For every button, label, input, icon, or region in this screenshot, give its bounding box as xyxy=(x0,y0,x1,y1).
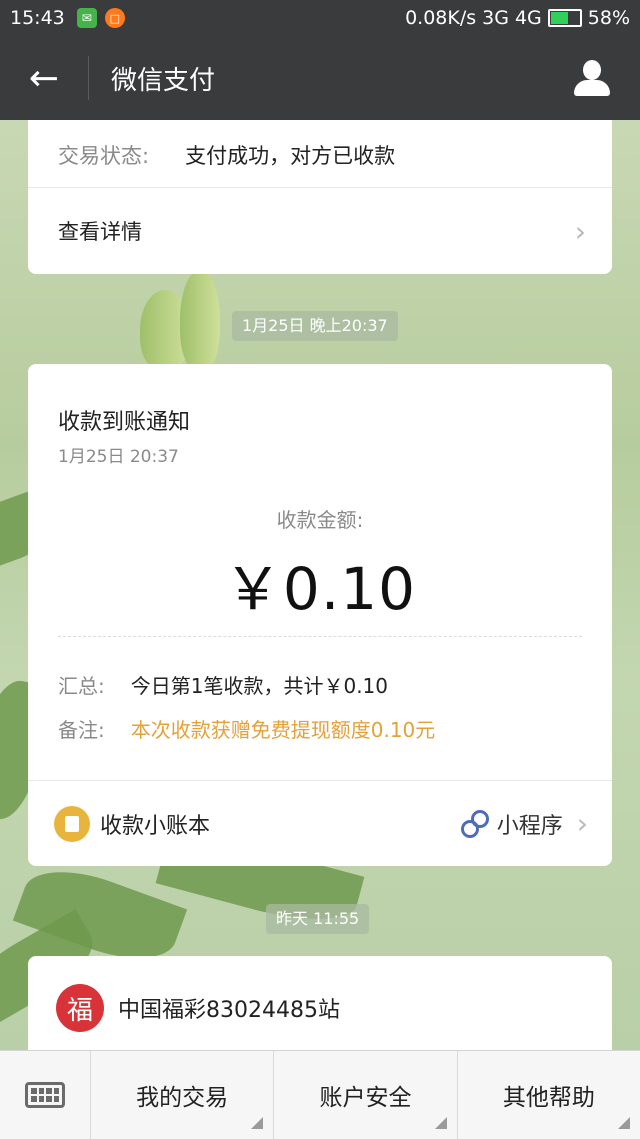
summary-value: 今日第1笔收款，共计￥0.10 xyxy=(130,674,389,698)
battery-icon xyxy=(547,9,582,27)
receipt-time: 1月25日 20:37 xyxy=(58,447,179,467)
menu-label: 其他帮助 xyxy=(502,1085,595,1111)
lottery-message-card[interactable]: 福 中国福彩83024485站 xyxy=(28,956,612,1050)
ledger-mini-program-row[interactable]: 收款小账本 小程序 › xyxy=(28,781,612,866)
menu-my-transactions[interactable]: 我的交易 xyxy=(91,1051,275,1139)
ledger-label: 收款小账本 xyxy=(100,813,211,839)
note-label: 备注: xyxy=(58,718,105,742)
summary-label: 汇总: xyxy=(58,674,105,698)
status-value: 支付成功，对方已收款 xyxy=(185,144,396,168)
arrow-left-icon: ← xyxy=(28,57,60,99)
menu-other-help[interactable]: 其他帮助 xyxy=(458,1051,640,1139)
keyboard-toggle-button[interactable] xyxy=(0,1051,91,1139)
back-button[interactable]: ← xyxy=(0,36,88,120)
view-details-label: 查看详情 xyxy=(58,220,142,244)
menu-account-security[interactable]: 账户安全 xyxy=(274,1051,458,1139)
chevron-right-icon: › xyxy=(576,807,588,840)
network-speed: 0.08K/s xyxy=(405,7,477,29)
amount-label: 收款金额: xyxy=(276,508,364,532)
transaction-status-row: 交易状态: 支付成功，对方已收款 xyxy=(58,124,395,186)
mini-program-label: 小程序 xyxy=(496,813,563,839)
submenu-indicator-icon xyxy=(617,1117,630,1129)
header-divider xyxy=(88,56,89,100)
mini-program-icon xyxy=(460,809,489,838)
chevron-right-icon: › xyxy=(574,214,586,248)
amount-value: ￥0.10 xyxy=(223,555,417,623)
merchant-name: 中国福彩83024485站 xyxy=(118,998,340,1023)
transaction-card: 交易状态: 支付成功，对方已收款 查看详情 › xyxy=(28,120,612,274)
note-value: 本次收款获赠免费提现额度0.10元 xyxy=(130,718,436,742)
signal-4g: 4G xyxy=(514,7,542,29)
menu-label: 账户安全 xyxy=(319,1085,412,1111)
dashed-divider xyxy=(58,636,582,637)
profile-button[interactable] xyxy=(572,58,612,98)
receipt-notification-card[interactable]: 收款到账通知 1月25日 20:37 收款金额: ￥0.10 汇总: 今日第1笔… xyxy=(28,364,612,866)
flower-bud-decoration xyxy=(180,270,220,370)
signal-3g: 3G xyxy=(482,7,509,29)
view-details-button[interactable]: 查看详情 › xyxy=(28,188,612,274)
wechat-notification-icon: ✉ xyxy=(76,8,97,28)
ledger-icon xyxy=(54,805,90,842)
bottom-menu-bar: 我的交易 账户安全 其他帮助 xyxy=(0,1050,640,1139)
status-bar: 15:43 ✉ □ 0.08K/s 3G 4G 58% xyxy=(0,0,640,36)
lottery-logo-icon: 福 xyxy=(56,984,104,1032)
receipt-title: 收款到账通知 xyxy=(58,410,191,435)
note-row: 备注: 本次收款获赠免费提现额度0.10元 xyxy=(58,714,435,743)
submenu-indicator-icon xyxy=(251,1117,264,1129)
submenu-indicator-icon xyxy=(434,1117,447,1129)
clock: 15:43 xyxy=(10,7,65,29)
page-title: 微信支付 xyxy=(111,65,216,96)
menu-label: 我的交易 xyxy=(136,1085,229,1111)
message-timestamp: 昨天 11:55 xyxy=(266,904,370,934)
status-label: 交易状态: xyxy=(58,144,150,168)
keyboard-icon xyxy=(25,1082,65,1108)
summary-row: 汇总: 今日第1笔收款，共计￥0.10 xyxy=(58,670,388,699)
app-notification-icon: □ xyxy=(104,8,125,28)
battery-percent: 58% xyxy=(587,7,630,29)
message-timestamp: 1月25日 晚上20:37 xyxy=(232,311,398,341)
app-header: ← 微信支付 xyxy=(0,36,640,120)
